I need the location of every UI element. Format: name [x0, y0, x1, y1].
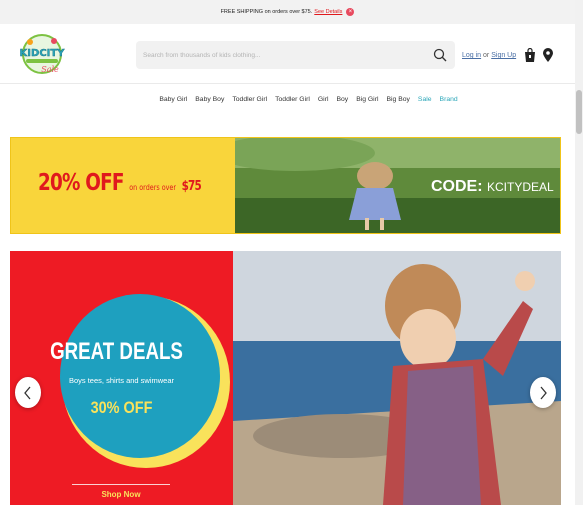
close-promo-icon[interactable]: × [346, 8, 355, 16]
promo-code: CODE: KCITYDEAL [431, 178, 554, 196]
shop-divider [72, 484, 170, 485]
logo-text: KIDCITY [20, 48, 66, 59]
hero-percent: 30% OFF [90, 398, 153, 417]
code-value: KCITYDEAL [487, 180, 554, 194]
search-input[interactable] [143, 51, 423, 59]
promo-text: FREE SHIPPING on orders over $75. [220, 9, 313, 15]
banner-on-orders: on orders over [129, 183, 176, 192]
site-header: KIDCITY Sale Log in or Sign Up [0, 24, 575, 84]
search-bar [136, 41, 455, 69]
nav-sale[interactable]: Sale [418, 96, 432, 110]
slider-prev-button[interactable] [15, 377, 41, 408]
account-links: Log in or Sign Up [462, 52, 516, 59]
nav-boy[interactable]: Boy [336, 96, 348, 110]
slider-next-button[interactable] [530, 377, 556, 408]
banner-off-text: 20% OFF [38, 170, 124, 196]
nav-baby-boy[interactable]: Baby Boy [195, 96, 224, 110]
shopping-bag-icon[interactable] [524, 48, 536, 63]
or-text: or [483, 52, 490, 59]
chevron-left-icon [24, 386, 31, 399]
logo-sub: Sale [41, 65, 59, 74]
nav-brand[interactable]: Brand [440, 96, 458, 110]
nav-big-girl[interactable]: Big Girl [356, 96, 378, 110]
chevron-right-icon [540, 386, 547, 399]
page: FREE SHIPPING on orders over $75. See De… [0, 0, 583, 505]
category-nav: Baby Girl Baby Boy Toddler Girl Toddler … [0, 96, 575, 110]
scrollbar-thumb[interactable] [576, 90, 582, 134]
see-details-link[interactable]: See Details [314, 9, 342, 15]
signup-link[interactable]: Sign Up [491, 52, 516, 59]
nav-big-boy[interactable]: Big Boy [386, 96, 409, 110]
banner-amount: $75 [181, 179, 202, 194]
kidcity-logo[interactable]: KIDCITY Sale [18, 34, 68, 76]
promo-bar: FREE SHIPPING on orders over $75. See De… [0, 0, 575, 24]
hero-title: GREAT DEALS [50, 338, 183, 365]
page-scrollbar[interactable] [575, 0, 583, 505]
hero-photo-boy-by-lake [233, 251, 561, 505]
nav-toddler-girl[interactable]: Toddler Girl [232, 96, 267, 110]
shop-now-button[interactable]: Shop Now [72, 490, 170, 499]
banner-discount: 20% OFF on orders over $75 [38, 170, 202, 196]
nav-baby-girl[interactable]: Baby Girl [159, 96, 187, 110]
search-icon[interactable] [433, 48, 447, 62]
nav-toddler-girl-2[interactable]: Toddler Girl [275, 96, 310, 110]
code-label: CODE: [431, 178, 483, 195]
store-location-icon[interactable] [543, 48, 553, 62]
nav-girl[interactable]: Girl [318, 96, 329, 110]
promo-banner[interactable]: 20% OFF on orders over $75 CODE: KCITYDE… [10, 137, 561, 234]
login-link[interactable]: Log in [462, 52, 481, 59]
